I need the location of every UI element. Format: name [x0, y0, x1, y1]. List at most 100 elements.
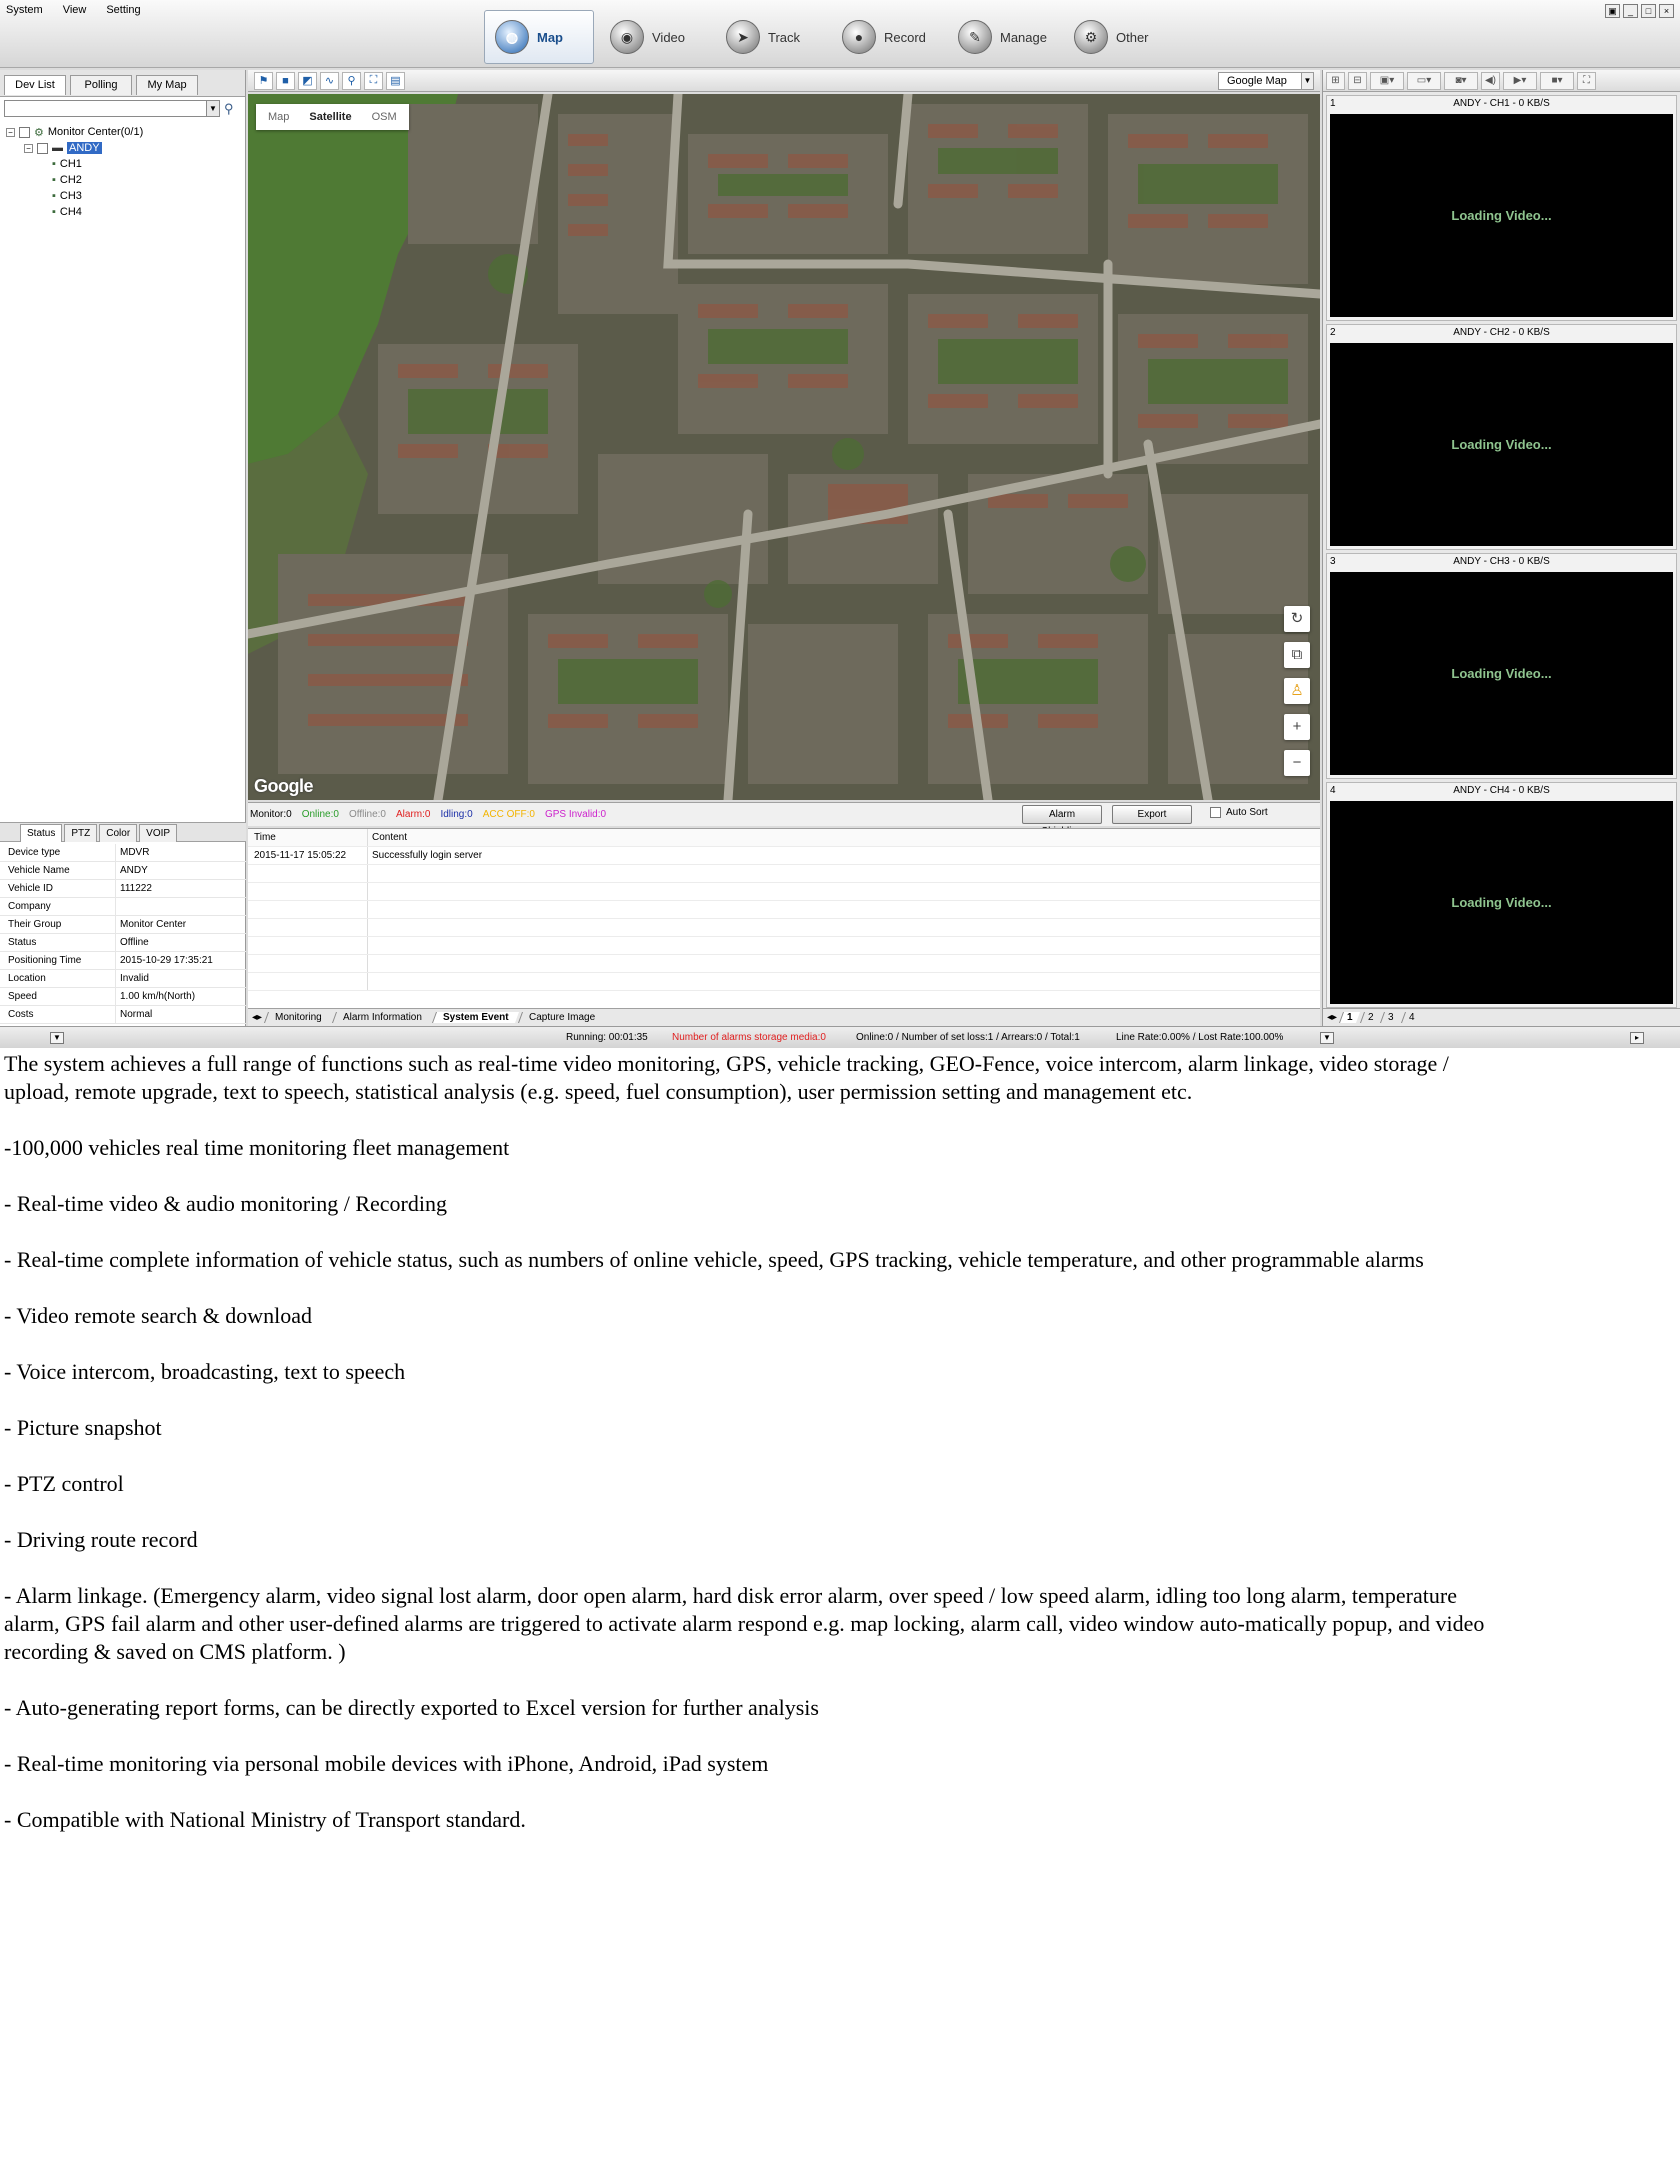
- window-mode-icon[interactable]: ▭▾: [1407, 71, 1441, 90]
- tab-monitoring[interactable]: Monitoring: [264, 1012, 332, 1023]
- speaker-icon[interactable]: ◀): [1481, 71, 1500, 90]
- tab-ptz[interactable]: PTZ: [64, 824, 98, 842]
- collapse-icon[interactable]: −: [24, 143, 33, 153]
- tree-node-root[interactable]: − ⚙ Monitor Center(0/1): [6, 124, 239, 140]
- video-page-tab[interactable]: 4: [1400, 1012, 1422, 1023]
- chevron-down-icon[interactable]: ▼: [1320, 1031, 1334, 1044]
- save-icon[interactable]: ▤: [386, 71, 405, 90]
- column-header-time[interactable]: Time: [248, 829, 368, 846]
- tab-capture-image[interactable]: Capture Image: [518, 1012, 606, 1023]
- module-tab-track[interactable]: ➤ Track: [716, 10, 826, 64]
- zoom-out-icon[interactable]: −: [1284, 750, 1310, 776]
- expand-icon[interactable]: ▸: [1630, 1031, 1644, 1044]
- stop-icon[interactable]: ■▾: [1540, 71, 1574, 90]
- satellite-map[interactable]: Map Satellite OSM ↻ ⧉ ♙ + − Google: [248, 94, 1320, 800]
- map-controls: ↻ ⧉ ♙ + −: [1284, 606, 1310, 776]
- device-search-input[interactable]: ▼: [4, 100, 220, 117]
- menu-system[interactable]: System: [6, 4, 43, 16]
- play-icon[interactable]: ▶▾: [1503, 71, 1537, 90]
- tilt-icon[interactable]: ⧉: [1284, 642, 1310, 668]
- map-provider-select[interactable]: Google Map ▼: [1218, 72, 1314, 90]
- video-screen[interactable]: Loading Video...: [1330, 114, 1673, 317]
- layout-icon[interactable]: ⊞: [1326, 71, 1345, 90]
- menu-setting[interactable]: Setting: [106, 4, 140, 16]
- tab-alarm-information[interactable]: Alarm Information: [331, 1012, 432, 1023]
- module-tab-manage[interactable]: ✎ Manage: [948, 10, 1058, 64]
- checkbox-icon[interactable]: [1210, 807, 1221, 818]
- scroll-left-icon[interactable]: ◂▸: [252, 1012, 262, 1023]
- fullscreen-icon[interactable]: ⛶: [364, 71, 383, 90]
- chevron-down-icon[interactable]: ▼: [1301, 73, 1313, 89]
- tree-node-channel[interactable]: ▪ CH4: [6, 204, 239, 220]
- snapshot-icon[interactable]: ◙▾: [1444, 71, 1478, 90]
- chevron-down-icon[interactable]: ▼: [50, 1031, 64, 1044]
- module-tab-map[interactable]: ◍ Map: [484, 10, 594, 64]
- map-type-satellite[interactable]: Satellite: [309, 111, 351, 123]
- fullscreen-icon[interactable]: ⛶: [1577, 71, 1596, 90]
- auto-sort-checkbox[interactable]: Auto Sort: [1210, 807, 1268, 818]
- satellite-map-imagery: [248, 94, 1320, 800]
- video-window[interactable]: 2 ANDY - CH2 - 0 KB/S Loading Video...: [1326, 324, 1677, 550]
- status-tabs: Status PTZ Color VOIP: [0, 822, 246, 842]
- video-screen[interactable]: Loading Video...: [1330, 343, 1673, 546]
- rectangle-icon[interactable]: ■: [276, 71, 295, 90]
- feature-item: - Auto-generating report forms, can be d…: [4, 1695, 819, 1720]
- chevron-down-icon[interactable]: ▼: [206, 101, 219, 116]
- tab-polling[interactable]: Polling: [70, 75, 132, 95]
- video-page-tab[interactable]: 2: [1359, 1012, 1381, 1023]
- video-page-tab[interactable]: 1: [1339, 1012, 1360, 1023]
- column-header-content[interactable]: Content: [368, 829, 407, 846]
- minimize-icon[interactable]: _: [1623, 4, 1638, 18]
- tab-system-event[interactable]: System Event: [431, 1012, 519, 1023]
- status-row: Costs Normal: [0, 1006, 246, 1024]
- scroll-left-icon[interactable]: ◂▸: [1327, 1012, 1337, 1023]
- module-tab-label: Manage: [1000, 29, 1047, 45]
- split-screen-icon[interactable]: ▣▾: [1370, 71, 1404, 90]
- tab-dev-list[interactable]: Dev List: [4, 75, 66, 95]
- video-window[interactable]: 4 ANDY - CH4 - 0 KB/S Loading Video...: [1326, 782, 1677, 1008]
- maximize-icon[interactable]: □: [1641, 4, 1656, 18]
- menu-view[interactable]: View: [63, 4, 87, 16]
- map-type-osm[interactable]: OSM: [372, 111, 397, 123]
- route-icon[interactable]: ∿: [320, 71, 339, 90]
- module-tab-record[interactable]: ● Record: [832, 10, 942, 64]
- collapse-icon[interactable]: −: [6, 127, 15, 137]
- video-window[interactable]: 3 ANDY - CH3 - 0 KB/S Loading Video...: [1326, 553, 1677, 779]
- rotate-icon[interactable]: ↻: [1284, 606, 1310, 632]
- map-type-map[interactable]: Map: [268, 111, 289, 123]
- alarm-shielding-button[interactable]: Alarm Shielding: [1022, 805, 1102, 837]
- tab-voip[interactable]: VOIP: [139, 824, 178, 842]
- table-row[interactable]: 2015-11-17 15:05:22 Successfully login s…: [248, 847, 1320, 865]
- video-page-tab[interactable]: 3: [1380, 1012, 1401, 1023]
- status-row: Their Group Monitor Center: [0, 916, 246, 934]
- zoom-in-icon[interactable]: +: [1284, 714, 1310, 740]
- globe-icon: ◍: [495, 20, 529, 54]
- pegman-icon[interactable]: ♙: [1284, 678, 1310, 704]
- module-tab-other[interactable]: ⚙ Other: [1064, 10, 1174, 64]
- tree-node-channel[interactable]: ▪ CH1: [6, 156, 239, 172]
- flag-icon[interactable]: ⚑: [254, 71, 273, 90]
- video-screen[interactable]: Loading Video...: [1330, 572, 1673, 775]
- module-tab-video[interactable]: ◉ Video: [600, 10, 710, 64]
- video-screen[interactable]: Loading Video...: [1330, 801, 1673, 1004]
- layout-down-icon[interactable]: ⊟: [1348, 71, 1367, 90]
- table-row: [248, 919, 1320, 937]
- tree-node-channel[interactable]: ▪ CH2: [6, 172, 239, 188]
- tab-my-map[interactable]: My Map: [136, 75, 198, 95]
- tree-checkbox[interactable]: [19, 126, 30, 138]
- line-rate: Line Rate:0.00% / Lost Rate:100.00%: [1116, 1032, 1284, 1043]
- tab-status[interactable]: Status: [20, 824, 63, 842]
- tree-checkbox[interactable]: [37, 142, 48, 154]
- polygon-icon[interactable]: ◩: [298, 71, 317, 90]
- search-icon[interactable]: ⚲: [224, 101, 234, 117]
- tree-node-device[interactable]: − ▬ ANDY: [6, 140, 239, 156]
- gear-icon: ⚙: [34, 126, 44, 139]
- close-icon[interactable]: ×: [1659, 4, 1674, 18]
- tab-color[interactable]: Color: [99, 824, 138, 842]
- tree-node-label: CH3: [59, 190, 82, 202]
- restore-icon[interactable]: ▣: [1605, 4, 1620, 18]
- tree-node-channel[interactable]: ▪ CH3: [6, 188, 239, 204]
- video-window[interactable]: 1 ANDY - CH1 - 0 KB/S Loading Video...: [1326, 95, 1677, 321]
- export-button[interactable]: Export: [1112, 805, 1192, 824]
- zoom-icon[interactable]: ⚲: [342, 71, 361, 90]
